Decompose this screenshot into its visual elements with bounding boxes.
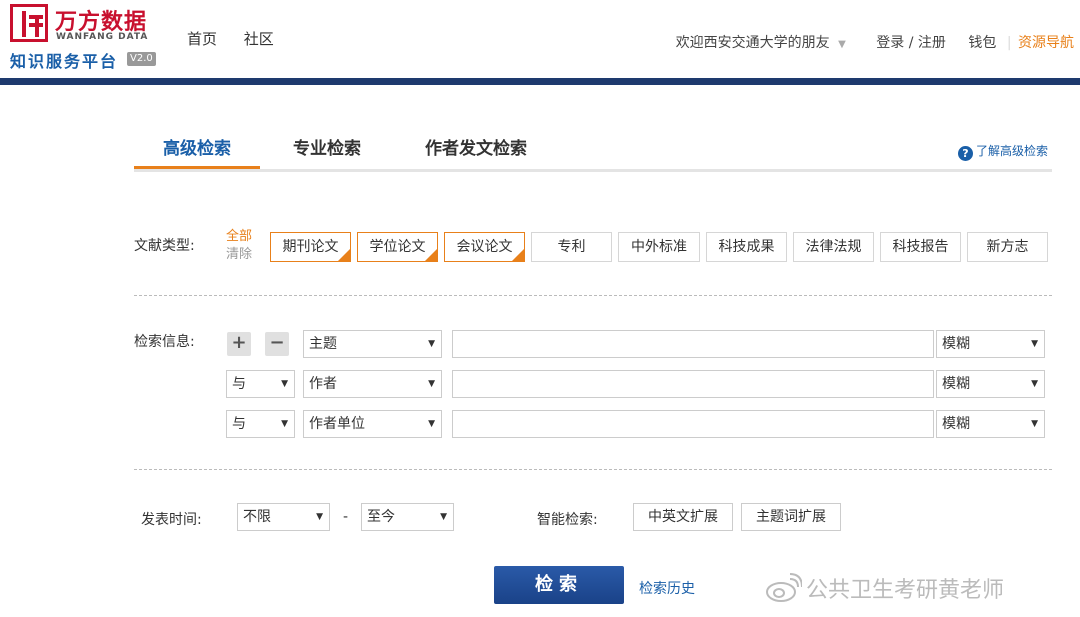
logo-subtitle: 知识服务平台 [10,52,119,71]
clear-selection-link[interactable]: 清除 [226,246,252,264]
active-tab-indicator [134,166,260,169]
dropdown-arrow-icon: ▼ [1031,379,1038,389]
dropdown-arrow-icon: ▼ [281,419,288,429]
wallet-link[interactable]: 钱包 [968,35,996,51]
search-input-1[interactable] [452,330,934,358]
main-nav: 首页 社区 [187,28,296,49]
field-select-value: 主题 [309,336,337,352]
doc-type-local-chronicle[interactable]: 新方志 [967,232,1048,262]
range-dash: - [343,509,349,525]
nav-home-link[interactable]: 首页 [187,30,217,48]
select-all-link[interactable]: 全部 [226,228,252,246]
field-select-1[interactable]: 主题 ▼ [303,330,442,358]
logo-mark-icon [10,4,48,42]
weibo-icon [766,573,802,602]
header: 万方数据 WANFANG DATA 知识服务平台 V2.0 首页 社区 欢迎西安… [0,0,1080,78]
doc-type-tech-report[interactable]: 科技报告 [880,232,961,262]
search-button[interactable]: 检索 [494,566,624,604]
nav-community-link[interactable]: 社区 [244,30,274,48]
doc-type-standard[interactable]: 中外标准 [618,232,700,262]
logo-text-en: WANFANG DATA [56,32,149,42]
help-link-label: 了解高级检索 [975,144,1048,158]
dropdown-arrow-icon: ▼ [428,419,435,429]
search-history-link[interactable]: 检索历史 [639,578,695,598]
match-select-value: 模糊 [942,376,970,392]
logo-version-badge: V2.0 [127,52,156,66]
doc-type-select-controls: 全部 清除 [226,228,252,264]
section-divider [134,295,1052,296]
match-select-3[interactable]: 模糊 ▼ [936,410,1045,438]
search-input-2[interactable] [452,370,934,398]
tab-author-search[interactable]: 作者发文检索 [425,134,527,159]
doc-type-patent[interactable]: 专利 [531,232,612,262]
watermark: 公共卫生考研黄老师 [764,572,1004,604]
publish-from-value: 不限 [243,509,271,525]
field-select-2[interactable]: 作者 ▼ [303,370,442,398]
search-info-label: 检索信息: [134,334,195,350]
dropdown-arrow-icon: ▼ [428,339,435,349]
publish-time-label: 发表时间: [141,512,202,528]
match-select-2[interactable]: 模糊 ▼ [936,370,1045,398]
doc-type-label-text: 期刊论文 [282,239,339,255]
match-select-value: 模糊 [942,416,970,432]
doc-type-label: 文献类型: [134,238,195,254]
doc-type-thesis[interactable]: 学位论文 ✓ [357,232,438,262]
match-select-value: 模糊 [942,336,970,352]
remove-row-button[interactable]: − [265,332,289,356]
publish-to-value: 至今 [367,509,395,525]
dropdown-arrow-icon: ▼ [1031,339,1038,349]
dropdown-arrow-icon: ▼ [428,379,435,389]
doc-type-label-text: 会议论文 [456,239,513,255]
search-input-3[interactable] [452,410,934,438]
user-bar: 欢迎西安交通大学的朋友 ▼ 登录 / 注册 钱包 | 资源导航 [676,32,1074,52]
section-divider [134,469,1052,470]
logic-select-3[interactable]: 与 ▼ [226,410,295,438]
check-icon: ✓ [430,245,437,254]
chevron-down-icon[interactable]: ▼ [838,39,846,50]
watermark-text: 公共卫生考研黄老师 [806,578,1005,603]
logic-select-value: 与 [232,416,246,432]
doc-type-conference[interactable]: 会议论文 ✓ [444,232,525,262]
subject-expand-button[interactable]: 主题词扩展 [741,503,841,531]
dropdown-arrow-icon: ▼ [1031,419,1038,429]
cn-en-expand-button[interactable]: 中英文扩展 [633,503,733,531]
smart-search-label: 智能检索: [537,512,598,528]
field-select-value: 作者单位 [309,416,365,432]
match-select-1[interactable]: 模糊 ▼ [936,330,1045,358]
check-icon: ✓ [343,245,350,254]
dropdown-arrow-icon: ▼ [281,379,288,389]
publish-to-select[interactable]: 至今 ▼ [361,503,454,531]
search-tabs: 高级检索 专业检索 作者发文检索 ? 了解高级检索 [134,128,1052,172]
logic-select-value: 与 [232,376,246,392]
welcome-dropdown[interactable]: 欢迎西安交通大学的朋友 [676,35,830,51]
check-icon: ✓ [517,245,524,254]
wanfang-logo[interactable]: 万方数据 WANFANG DATA 知识服务平台 V2.0 [10,4,170,72]
tab-professional-search[interactable]: 专业检索 [293,134,361,159]
advanced-search-help-link[interactable]: ? 了解高级检索 [957,142,1048,161]
tab-advanced-search[interactable]: 高级检索 [163,134,231,159]
doc-type-label-text: 学位论文 [369,239,426,255]
divider: | [1006,35,1012,51]
help-icon: ? [957,146,973,161]
field-select-value: 作者 [309,376,337,392]
dropdown-arrow-icon: ▼ [316,512,323,522]
field-select-3[interactable]: 作者单位 ▼ [303,410,442,438]
logic-select-2[interactable]: 与 ▼ [226,370,295,398]
add-row-button[interactable]: + [227,332,251,356]
dropdown-arrow-icon: ▼ [440,512,447,522]
doc-type-law[interactable]: 法律法规 [793,232,874,262]
resource-nav-link[interactable]: 资源导航 [1018,35,1074,51]
doc-type-tech-achievement[interactable]: 科技成果 [706,232,787,262]
doc-type-journal[interactable]: 期刊论文 ✓ [270,232,351,262]
login-register-link[interactable]: 登录 / 注册 [876,35,946,51]
publish-from-select[interactable]: 不限 ▼ [237,503,330,531]
header-divider-bar [0,78,1080,85]
